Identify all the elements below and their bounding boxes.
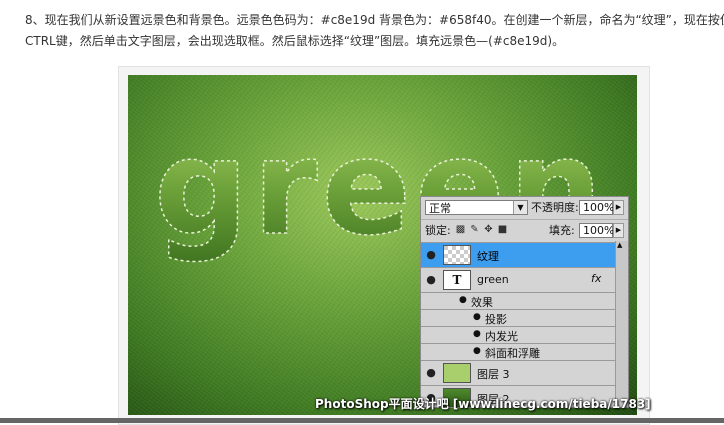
bottom-bar bbox=[0, 418, 724, 423]
fill-label: 填充: bbox=[549, 224, 575, 237]
eye-icon[interactable]: ● bbox=[424, 273, 438, 287]
scroll-up-icon[interactable]: ▲ bbox=[617, 241, 622, 249]
lock-all-icon[interactable]: ■ bbox=[497, 224, 508, 235]
layer-thumbnail bbox=[443, 363, 471, 383]
lock-move-icon[interactable]: ✥ bbox=[483, 224, 494, 235]
dropdown-arrow-icon[interactable]: ▼ bbox=[513, 201, 527, 214]
watermark-text: PhotoShop平面设计吧 [www.linecg.com/tieba/178… bbox=[315, 397, 651, 411]
layer-row-layer3[interactable]: ● 图层 3 bbox=[421, 360, 615, 385]
lock-row: 锁定: ▩ ✎ ✥ ■ 填充: 100% ▶ bbox=[421, 219, 628, 242]
instruction-line-2: CTRL键，然后单击文字图层，会出现选取框。然后鼠标选择“纹理”图层。填充远景色… bbox=[25, 34, 565, 48]
lock-brush-icon[interactable]: ✎ bbox=[469, 224, 480, 235]
blend-row: 正常 ▼ 不透明度: 100% ▶ bbox=[421, 197, 628, 219]
effect-name: 投影 bbox=[485, 313, 507, 326]
eye-icon[interactable]: ● bbox=[473, 312, 481, 322]
layers-panel: 正常 ▼ 不透明度: 100% ▶ 锁定: ▩ ✎ ✥ ■ 填充: 100% ▶… bbox=[420, 196, 629, 408]
effect-name: 内发光 bbox=[485, 330, 518, 343]
layer-name: 纹理 bbox=[477, 250, 499, 263]
layer-row-texture[interactable]: ● 纹理 bbox=[421, 242, 615, 267]
effects-row[interactable]: ● 效果 bbox=[421, 292, 615, 309]
instructions-text: 8、现在我们从新设置远景色和背景色。远景色色码为：#c8e19d 背景色为：#6… bbox=[25, 10, 724, 52]
layer-name: 图层 3 bbox=[477, 368, 510, 381]
eye-icon[interactable]: ● bbox=[459, 295, 467, 305]
text-layer-icon: T bbox=[443, 270, 471, 290]
layer-name: green bbox=[477, 273, 509, 286]
effect-row-inner-glow[interactable]: ● 内发光 bbox=[421, 326, 615, 343]
opacity-input[interactable]: 100% bbox=[579, 200, 614, 215]
eye-icon[interactable]: ● bbox=[424, 366, 438, 380]
layers-scrollbar[interactable]: ▲ bbox=[615, 241, 628, 407]
effect-row-bevel-emboss[interactable]: ● 斜面和浮雕 bbox=[421, 343, 615, 360]
eye-icon[interactable]: ● bbox=[424, 248, 438, 262]
blend-mode-value: 正常 bbox=[429, 202, 451, 215]
fx-icon[interactable]: fx bbox=[591, 272, 601, 285]
eye-icon[interactable]: ● bbox=[473, 346, 481, 356]
lock-transparent-icon[interactable]: ▩ bbox=[455, 224, 466, 235]
effects-label: 效果 bbox=[471, 296, 493, 309]
layer-thumbnail bbox=[443, 245, 471, 265]
blend-mode-select[interactable]: 正常 ▼ bbox=[425, 200, 528, 215]
fill-input[interactable]: 100% bbox=[579, 223, 614, 238]
effect-row-drop-shadow[interactable]: ● 投影 bbox=[421, 309, 615, 326]
opacity-arrow-button[interactable]: ▶ bbox=[613, 200, 624, 215]
fill-arrow-button[interactable]: ▶ bbox=[613, 223, 624, 238]
layer-row-green[interactable]: ● T green fx bbox=[421, 267, 615, 292]
opacity-label: 不透明度: bbox=[531, 201, 579, 214]
eye-icon[interactable]: ● bbox=[473, 329, 481, 339]
effect-name: 斜面和浮雕 bbox=[485, 347, 540, 360]
instruction-line-1: 8、现在我们从新设置远景色和背景色。远景色色码为：#c8e19d 背景色为：#6… bbox=[25, 13, 724, 27]
lock-label: 锁定: bbox=[425, 224, 451, 237]
